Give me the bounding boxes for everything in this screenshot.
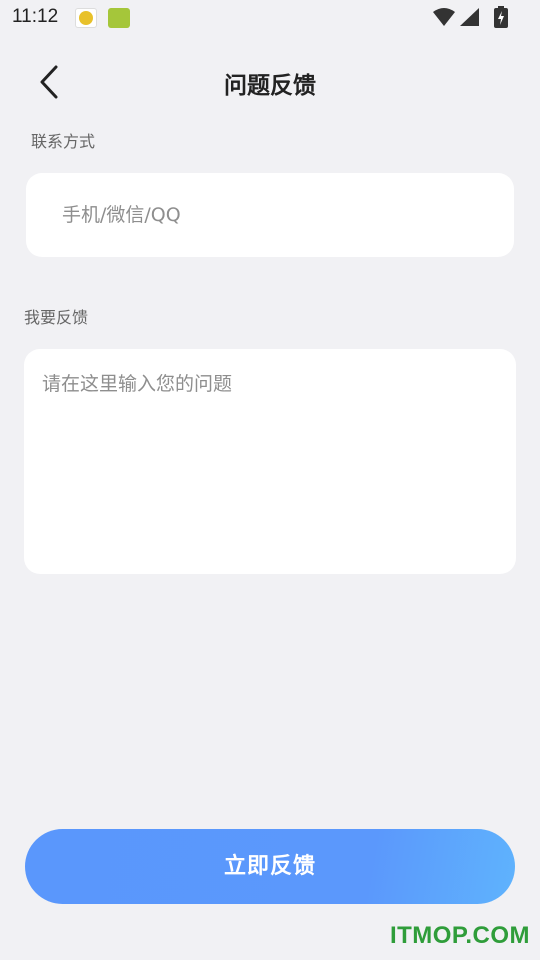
battery-charging-icon [494,6,508,28]
contact-label: 联系方式 [31,132,96,151]
signal-icon [460,8,479,26]
contact-input[interactable] [62,173,492,257]
yk-app-icon [75,8,97,28]
status-bar: 11:12 [0,0,540,36]
contact-card [26,173,514,257]
wifi-icon [433,8,455,26]
submit-feedback-button[interactable]: 立即反馈 [25,829,515,904]
status-time: 11:12 [12,6,59,27]
page-title: 问题反馈 [224,73,316,99]
nav-bar: 问题反馈 [0,50,540,114]
feedback-textarea[interactable] [42,369,498,559]
green-app-icon [108,8,130,28]
feedback-label: 我要反馈 [24,308,89,327]
feedback-card [24,349,516,574]
watermark: ITMOP.COM [389,922,530,949]
